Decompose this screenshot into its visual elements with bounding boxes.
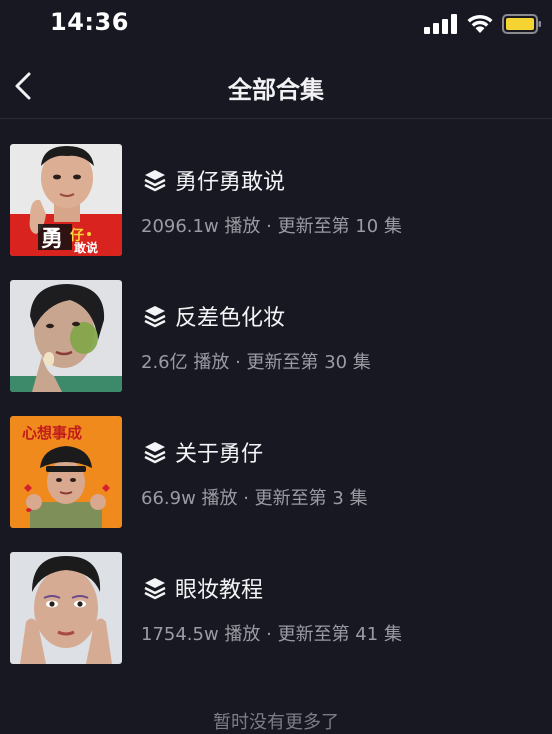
svg-text:敢说: 敢说 [74, 240, 98, 255]
collection-item[interactable]: 心想事成 关于勇仔 66.9w 播放 · 更新至第 3 集 [0, 416, 552, 530]
collection-title: 关于勇仔 [175, 442, 264, 467]
collection-item[interactable]: 反差色化妆 2.6亿 播放 · 更新至第 30 集 [0, 280, 552, 394]
status-time: 14:36 [50, 8, 129, 36]
status-bar: 14:36 [0, 0, 552, 48]
collection-title: 反差色化妆 [175, 306, 286, 331]
layers-icon [144, 578, 166, 600]
signal-icon [424, 14, 457, 34]
collection-thumbnail[interactable] [10, 552, 122, 664]
svg-text:心想事成: 心想事成 [22, 424, 82, 442]
nav-bar: 全部合集 [0, 56, 552, 119]
battery-icon [502, 14, 541, 34]
collection-thumbnail[interactable]: 心想事成 [10, 416, 122, 528]
collection-thumbnail[interactable] [10, 280, 122, 392]
collection-meta: 2096.1w 播放 · 更新至第 10 集 [141, 216, 402, 237]
collection-meta: 2.6亿 播放 · 更新至第 30 集 [141, 352, 371, 373]
no-more-text: 暂时没有更多了 [213, 712, 339, 733]
collection-title: 勇仔勇敢说 [175, 170, 286, 195]
collection-title: 眼妆教程 [175, 578, 264, 603]
collection-item[interactable]: 勇 仔 敢说 勇仔勇敢说 2096.1w 播放 · 更新至第 10 集 [0, 144, 552, 258]
wifi-icon [467, 14, 493, 33]
layers-icon [144, 306, 166, 328]
collection-meta: 66.9w 播放 · 更新至第 3 集 [141, 488, 368, 509]
collection-meta: 1754.5w 播放 · 更新至第 41 集 [141, 624, 402, 645]
svg-text:勇: 勇 [41, 227, 63, 252]
layers-icon [144, 170, 166, 192]
layers-icon [144, 442, 166, 464]
collection-item[interactable]: 眼妆教程 1754.5w 播放 · 更新至第 41 集 [0, 552, 552, 666]
page-title: 全部合集 [228, 76, 324, 104]
collection-thumbnail[interactable]: 勇 仔 敢说 [10, 144, 122, 256]
